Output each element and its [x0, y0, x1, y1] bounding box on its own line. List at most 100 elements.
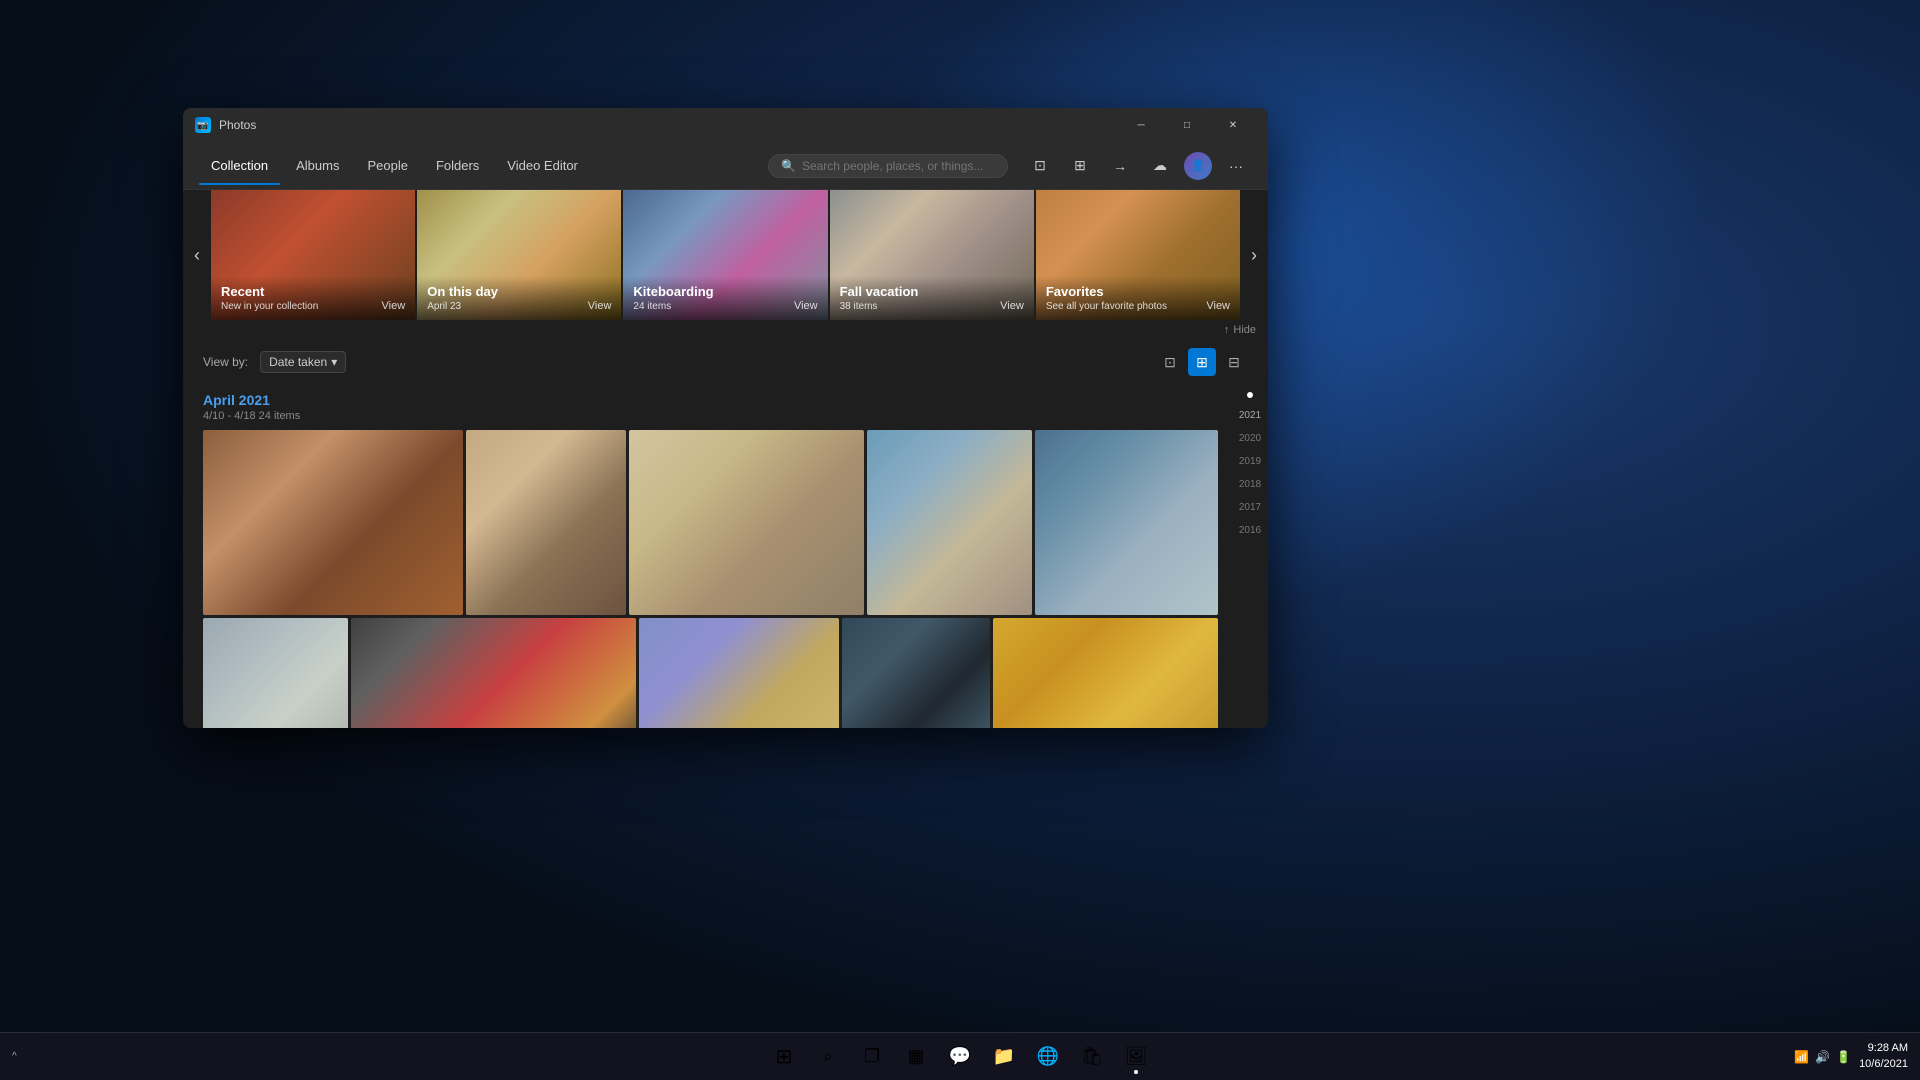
- strip-card-fallvacation-view[interactable]: View: [1000, 300, 1024, 312]
- maximize-button[interactable]: □: [1164, 108, 1210, 142]
- volume-icon[interactable]: 🔊: [1815, 1050, 1830, 1064]
- tab-video-editor[interactable]: Video Editor: [495, 152, 590, 179]
- taskbar-left: ^: [12, 1051, 17, 1062]
- strip-card-favorites-view[interactable]: View: [1206, 300, 1230, 312]
- more-options-button[interactable]: ···: [1220, 150, 1252, 182]
- start-button[interactable]: ⊞: [764, 1037, 804, 1077]
- window-title: Photos: [219, 118, 1118, 132]
- taskview-icon: ❐: [864, 1046, 880, 1067]
- strip-card-kiteboarding-view[interactable]: View: [794, 300, 818, 312]
- battery-icon[interactable]: 🔋: [1836, 1050, 1851, 1064]
- photos-taskbar-button[interactable]: 🖼: [1116, 1037, 1156, 1077]
- section-range-label: 4/10 - 4/18 24 items: [203, 410, 1218, 422]
- photo-item-4[interactable]: [867, 430, 1032, 615]
- user-avatar[interactable]: 👤: [1184, 152, 1212, 180]
- view-by-label: View by:: [203, 355, 248, 369]
- chat-icon: 💬: [949, 1046, 971, 1067]
- close-button[interactable]: ✕: [1210, 108, 1256, 142]
- search-bar[interactable]: 🔍: [768, 154, 1008, 178]
- strip-card-fallvacation-title: Fall vacation: [840, 284, 1024, 299]
- photo-section-april2021: April 2021 4/10 - 4/18 24 items: [183, 384, 1268, 728]
- view-by-select[interactable]: Date taken ▾: [260, 351, 346, 373]
- wifi-icon[interactable]: 📶: [1794, 1050, 1809, 1064]
- toolbar-icons: ⊡ ⊞ → ☁ 👤 ···: [1024, 150, 1252, 182]
- strip-card-fallvacation-overlay: Fall vacation 38 items: [830, 276, 1034, 320]
- layout-buttons: ⊡ ⊞ ⊟: [1156, 348, 1248, 376]
- photo-row-1: [203, 430, 1218, 615]
- timeline-indicator: [1247, 392, 1253, 398]
- photo-item-7[interactable]: [351, 618, 636, 728]
- hide-label: Hide: [1233, 324, 1256, 336]
- photos-window: 📷 Photos ─ □ ✕ Collection Albums People …: [183, 108, 1268, 728]
- avatar-initials: 👤: [1191, 159, 1205, 172]
- layout-medium-button[interactable]: ⊞: [1188, 348, 1216, 376]
- strip-cards-container: Recent New in your collection View On th…: [211, 190, 1240, 320]
- file-explorer-icon: 📁: [993, 1046, 1015, 1067]
- tab-albums[interactable]: Albums: [284, 152, 351, 179]
- timeline-year-2021[interactable]: 2021: [1239, 410, 1261, 421]
- slideshow-button[interactable]: →: [1104, 150, 1136, 182]
- strip-card-kiteboarding-title: Kiteboarding: [633, 284, 817, 299]
- strip-card-favorites-sub: See all your favorite photos: [1046, 301, 1230, 312]
- photo-item-9[interactable]: [842, 618, 990, 728]
- timeline-year-2019[interactable]: 2019: [1239, 456, 1261, 467]
- tab-folders[interactable]: Folders: [424, 152, 491, 179]
- system-clock[interactable]: 9:28 AM 10/6/2021: [1859, 1041, 1908, 1072]
- minimize-button[interactable]: ─: [1118, 108, 1164, 142]
- photo-item-3[interactable]: [629, 430, 864, 615]
- navigation-bar: Collection Albums People Folders Video E…: [183, 142, 1268, 190]
- photo-item-8[interactable]: [639, 618, 839, 728]
- strip-prev-button[interactable]: ‹: [183, 190, 211, 320]
- hide-bar: ↑ Hide: [183, 320, 1268, 340]
- search-taskbar-button[interactable]: ⌕: [808, 1037, 848, 1077]
- strip-card-favorites[interactable]: Favorites See all your favorite photos V…: [1036, 190, 1240, 320]
- photo-item-2[interactable]: [466, 430, 626, 615]
- timeline-year-2017[interactable]: 2017: [1239, 502, 1261, 513]
- taskbar-center: ⊞ ⌕ ❐ ▦ 💬 📁 🌐 🛍 🖼: [764, 1037, 1156, 1077]
- widgets-button[interactable]: ▦: [896, 1037, 936, 1077]
- strip-card-onthisday-overlay: On this day April 23: [417, 276, 621, 320]
- task-view-button[interactable]: ❐: [852, 1037, 892, 1077]
- store-icon: 🛍: [1081, 1046, 1104, 1067]
- import-button[interactable]: ⊡: [1024, 150, 1056, 182]
- photo-item-1[interactable]: [203, 430, 463, 615]
- photo-item-10[interactable]: [993, 618, 1218, 728]
- timeline-year-2018[interactable]: 2018: [1239, 479, 1261, 490]
- strip-card-recent-view[interactable]: View: [382, 300, 406, 312]
- strip-card-fallvacation[interactable]: Fall vacation 38 items View: [830, 190, 1034, 320]
- layout-large-button[interactable]: ⊡: [1156, 348, 1184, 376]
- chat-button[interactable]: 💬: [940, 1037, 980, 1077]
- featured-strip: ‹ Recent New in your collection View On: [183, 190, 1268, 320]
- taskbar-search-icon: ⌕: [823, 1046, 833, 1067]
- strip-card-kiteboarding[interactable]: Kiteboarding 24 items View: [623, 190, 827, 320]
- hide-button[interactable]: ↑ Hide: [1224, 324, 1256, 336]
- layout-small-button[interactable]: ⊟: [1220, 348, 1248, 376]
- store-button[interactable]: 🛍: [1072, 1037, 1112, 1077]
- timeline-sidebar: 2021 2020 2019 2018 2017 2016: [1232, 384, 1268, 728]
- tab-collection[interactable]: Collection: [199, 152, 280, 179]
- filter-button[interactable]: ⊞: [1064, 150, 1096, 182]
- strip-next-button[interactable]: ›: [1240, 190, 1268, 320]
- windows-icon: ⊞: [776, 1044, 793, 1069]
- strip-card-onthisday-sub: April 23: [427, 301, 611, 312]
- strip-card-onthisday-view[interactable]: View: [588, 300, 612, 312]
- search-input[interactable]: [802, 159, 995, 173]
- strip-card-recent-title: Recent: [221, 284, 405, 299]
- strip-card-recent[interactable]: Recent New in your collection View: [211, 190, 415, 320]
- browser-button[interactable]: 🌐: [1028, 1037, 1068, 1077]
- photo-item-5[interactable]: [1035, 430, 1218, 615]
- section-header: April 2021 4/10 - 4/18 24 items: [203, 392, 1218, 422]
- strip-card-kiteboarding-overlay: Kiteboarding 24 items: [623, 276, 827, 320]
- file-explorer-button[interactable]: 📁: [984, 1037, 1024, 1077]
- timeline-year-2020[interactable]: 2020: [1239, 433, 1261, 444]
- taskbar: ^ ⊞ ⌕ ❐ ▦ 💬 📁 🌐 🛍 🖼: [0, 1032, 1920, 1080]
- tab-people[interactable]: People: [355, 152, 419, 179]
- strip-card-favorites-overlay: Favorites See all your favorite photos: [1036, 276, 1240, 320]
- photos-taskbar-icon: 🖼: [1125, 1046, 1148, 1067]
- strip-card-kiteboarding-sub: 24 items: [633, 301, 817, 312]
- strip-card-onthisday[interactable]: On this day April 23 View: [417, 190, 621, 320]
- photo-item-6[interactable]: [203, 618, 348, 728]
- onedrive-button[interactable]: ☁: [1144, 150, 1176, 182]
- timeline-year-2016[interactable]: 2016: [1239, 525, 1261, 536]
- hide-icon: ↑: [1224, 324, 1230, 336]
